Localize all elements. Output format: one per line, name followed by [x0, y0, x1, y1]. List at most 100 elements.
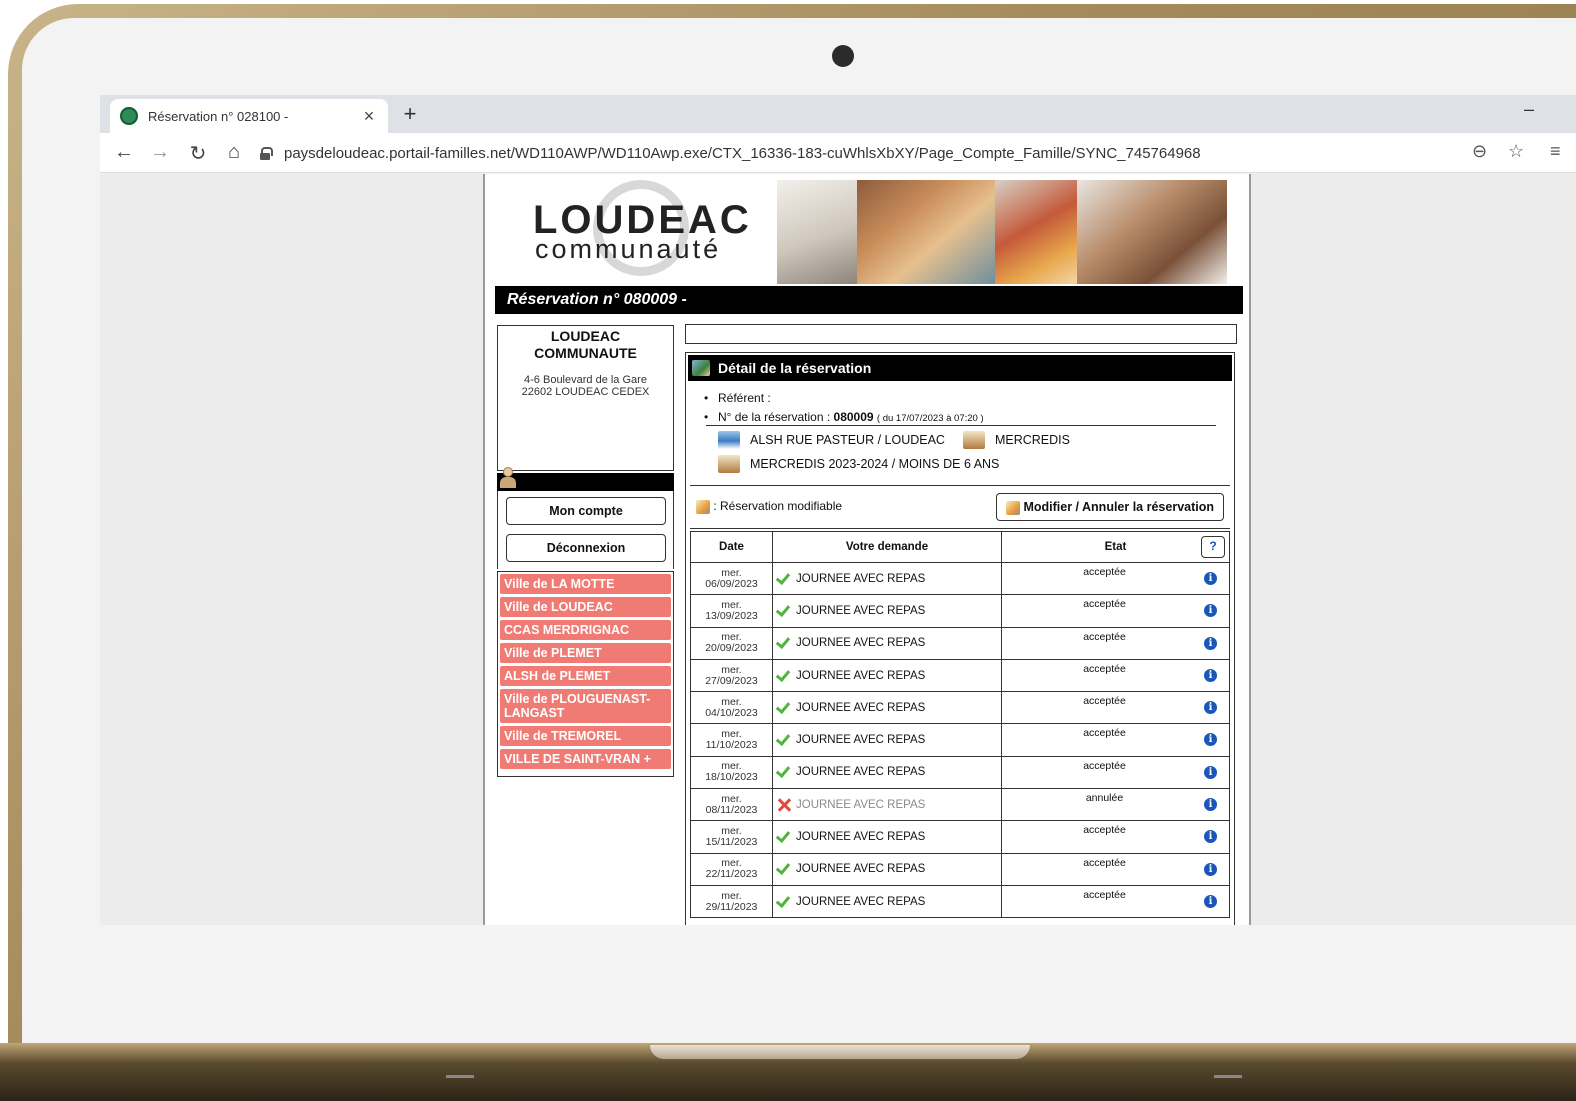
etat-cell: acceptée i	[1001, 658, 1230, 693]
date-cell: mer. 18/10/2023	[690, 755, 773, 790]
referent-item: • Référent :	[704, 391, 771, 405]
check-icon	[777, 897, 791, 907]
info-icon[interactable]: i	[1204, 798, 1217, 812]
forward-icon[interactable]: →	[148, 141, 172, 164]
address-line2: 22602 LOUDEAC CEDEX	[521, 386, 650, 398]
reservation-table: Date Votre demande Etat ? mer. 06/09/2023…	[690, 531, 1230, 919]
demande-cell: JOURNEE AVEC REPAS	[772, 755, 1002, 790]
date-cell: mer. 08/11/2023	[690, 788, 773, 822]
table-row: mer. 04/10/2023 JOURNEE AVEC REPAS acceptée…	[690, 691, 1230, 725]
tab-title: Réservation n° 028100 -	[148, 108, 289, 124]
info-icon[interactable]: i	[1204, 668, 1217, 682]
date-cell: mer. 13/09/2023	[690, 594, 773, 628]
lock-icon	[260, 147, 273, 160]
info-icon[interactable]: i	[1204, 733, 1217, 747]
home-icon[interactable]: ⌂	[222, 141, 246, 164]
menu-icon[interactable]: ≡	[1550, 141, 1561, 162]
info-icon[interactable]: i	[1204, 894, 1217, 908]
ville-link[interactable]: Ville de TREMOREL	[500, 726, 671, 746]
demande-cell: JOURNEE AVEC REPAS	[772, 788, 1002, 822]
date-cell: mer. 04/10/2023	[690, 691, 773, 725]
ville-link[interactable]: Ville de PLEMET	[500, 643, 671, 663]
date-text: 15/11/2023	[705, 836, 758, 849]
date-cell: mer. 15/11/2023	[690, 820, 773, 854]
address-bar[interactable]: paysdeloudeac.portail-familles.net/WD110…	[260, 140, 1460, 166]
demande-text: JOURNEE AVEC REPAS	[796, 637, 926, 650]
browser-toolbar: ← → ↻ ⌂ paysdeloudeac.portail-familles.n…	[100, 133, 1576, 173]
account-panel: Mon compte Déconnexion	[497, 491, 674, 569]
date-cell: mer. 06/09/2023	[690, 561, 773, 596]
laptop-foot	[1214, 1075, 1242, 1078]
etat-cell: acceptée i	[1001, 561, 1230, 596]
browser-window: Réservation n° 028100 - × + – ← → ↻ ⌂ pa…	[100, 95, 1576, 925]
demande-cell: JOURNEE AVEC REPAS	[772, 626, 1002, 660]
reference-list: • Référent : • N° de la réservation : 0800…	[704, 389, 984, 428]
banner-photo	[857, 180, 995, 284]
day-text: mer.	[721, 566, 742, 579]
demande-text: JOURNEE AVEC REPAS	[796, 604, 926, 617]
url-text: paysdeloudeac.portail-familles.net/WD110…	[284, 144, 1201, 162]
info-icon[interactable]: i	[1204, 636, 1217, 650]
etat-header-label: Etat	[1104, 541, 1127, 553]
demande-text: JOURNEE AVEC REPAS	[796, 766, 926, 779]
info-icon[interactable]: i	[1204, 830, 1217, 844]
star-icon[interactable]: ☆	[1508, 141, 1524, 162]
date-text: 29/11/2023	[705, 900, 758, 913]
etat-text: acceptée	[1083, 630, 1126, 643]
detail-heading: Détail de la réservation	[718, 360, 872, 376]
tab-close-icon[interactable]: ×	[360, 106, 378, 127]
info-icon[interactable]: i	[1204, 572, 1217, 585]
demande-cell: JOURNEE AVEC REPAS	[772, 884, 1002, 919]
house-icon	[718, 431, 740, 449]
ville-link[interactable]: ALSH de PLEMET	[500, 666, 671, 686]
banner-photo	[995, 180, 1077, 284]
browser-tab[interactable]: Réservation n° 028100 - ×	[110, 99, 388, 133]
help-button[interactable]: ?	[1201, 536, 1225, 558]
info-icon[interactable]: i	[1204, 701, 1217, 715]
user-bar	[497, 467, 674, 491]
column-header-date: Date	[690, 531, 773, 563]
logout-button[interactable]: Déconnexion	[506, 534, 666, 562]
etat-cell: acceptée i	[1001, 755, 1230, 790]
info-icon[interactable]: i	[1204, 604, 1217, 618]
reload-icon[interactable]: ↻	[186, 141, 210, 166]
ville-link[interactable]: Ville de LOUDEAC	[500, 597, 671, 617]
demande-cell: JOURNEE AVEC REPAS	[772, 691, 1002, 725]
etat-cell: acceptée i	[1001, 852, 1230, 886]
page-title-bar: Réservation n° 080009 -	[495, 286, 1243, 314]
reservation-date: ( du 17/07/2023 à 07:20 )	[876, 413, 984, 424]
etat-text: acceptée	[1083, 888, 1126, 901]
date-text: 08/11/2023	[705, 803, 758, 816]
new-tab-button[interactable]: +	[398, 101, 422, 127]
etat-cell: acceptée i	[1001, 820, 1230, 854]
etat-cell: annulée i	[1001, 788, 1230, 822]
table-row: mer. 08/11/2023 JOURNEE AVEC REPAS annulée i	[690, 788, 1230, 822]
table-row: mer. 20/09/2023 JOURNEE AVEC REPAS acceptée…	[690, 626, 1230, 660]
etat-text: acceptée	[1083, 856, 1126, 869]
activity-row: MERCREDIS 2023-2024 / MOINS DE 6 ANS	[718, 455, 999, 473]
table-header-row: Date Votre demande Etat ?	[690, 531, 1230, 563]
ville-link[interactable]: Ville de PLOUGUENAST-LANGAST	[500, 689, 671, 723]
etat-text: acceptée	[1083, 662, 1126, 675]
info-icon[interactable]: i	[1204, 862, 1217, 876]
ville-link[interactable]: VILLE DE SAINT-VRAN +	[500, 749, 671, 769]
demande-text: JOURNEE AVEC REPAS	[796, 701, 926, 714]
ville-link[interactable]: CCAS MERDRIGNAC	[500, 620, 671, 640]
cross-icon	[777, 798, 791, 812]
my-account-button[interactable]: Mon compte	[506, 497, 666, 525]
check-icon	[777, 767, 791, 777]
etat-text: acceptée	[1083, 695, 1126, 708]
check-icon	[777, 832, 791, 842]
organisation-name-line1: LOUDEAC	[550, 328, 621, 344]
modify-reservation-button[interactable]: Modifier / Annuler la réservation	[996, 493, 1224, 521]
zoom-icon[interactable]: ⊖	[1472, 141, 1487, 162]
info-icon[interactable]: i	[1204, 765, 1217, 779]
minimize-button[interactable]: –	[1524, 99, 1534, 120]
back-icon[interactable]: ←	[112, 141, 136, 164]
ville-link[interactable]: Ville de LA MOTTE	[500, 574, 671, 594]
day-label: MERCREDIS	[994, 433, 1070, 447]
signpost-icon	[718, 455, 740, 473]
detail-header: Détail de la réservation	[688, 355, 1232, 381]
activity-label: MERCREDIS 2023-2024 / MOINS DE 6 ANS	[750, 457, 1000, 471]
demande-text: JOURNEE AVEC REPAS	[796, 572, 926, 585]
